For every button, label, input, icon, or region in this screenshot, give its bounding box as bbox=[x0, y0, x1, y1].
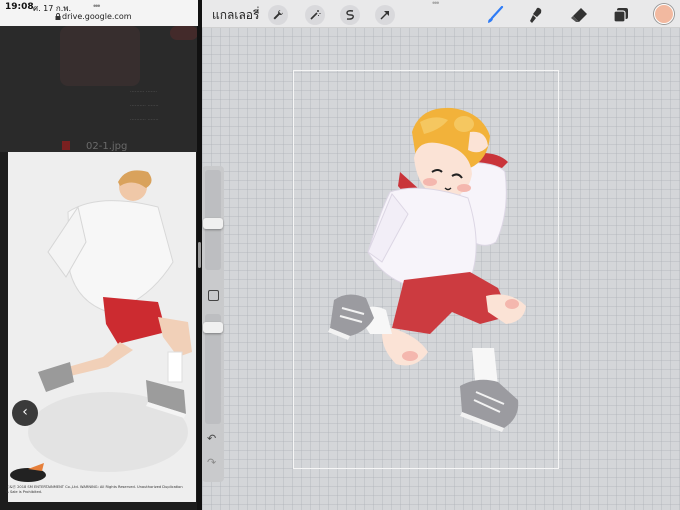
url-bar[interactable]: drive.google.com bbox=[62, 12, 132, 21]
lock-icon bbox=[55, 13, 61, 20]
status-bar: 19:08 ศ. 17 ก.พ. ••• drive.google.com bbox=[0, 0, 198, 26]
dimmed-text: .......... ....... bbox=[130, 116, 159, 122]
copyright-text: ⓒ&ⓟ 2018 SM ENTERTAINMENT Co.,Ltd. WARNI… bbox=[6, 485, 183, 494]
brush-icon[interactable] bbox=[484, 4, 506, 26]
wrench-icon[interactable] bbox=[268, 5, 288, 25]
undo-icon[interactable]: ↶ bbox=[207, 432, 216, 445]
multitask-dots-icon[interactable]: ••• bbox=[432, 0, 440, 8]
album-logo bbox=[10, 463, 46, 482]
magic-wand-icon[interactable] bbox=[305, 5, 325, 25]
dimmed-image bbox=[170, 26, 198, 40]
file-type-icon bbox=[62, 141, 70, 150]
split-handle[interactable] bbox=[198, 242, 201, 268]
dimmed-image bbox=[60, 26, 140, 86]
status-time: 19:08 bbox=[5, 2, 34, 12]
dimmed-background: ......... ....... .......... ....... ...… bbox=[0, 26, 198, 152]
multitask-dots-icon[interactable]: ••• bbox=[93, 1, 101, 11]
redo-icon[interactable]: ↷ bbox=[207, 456, 216, 469]
eraser-icon[interactable] bbox=[568, 4, 590, 26]
opacity-thumb[interactable] bbox=[203, 322, 223, 333]
layers-icon[interactable] bbox=[610, 4, 632, 26]
transform-arrow-icon[interactable] bbox=[375, 5, 395, 25]
procreate-pane: แกลเลอรี่ ••• ↶ ↷ bbox=[202, 0, 680, 510]
side-toolbar: ↶ ↷ bbox=[202, 166, 224, 482]
split-view-screen: 19:08 ศ. 17 ก.พ. ••• drive.google.com ..… bbox=[0, 0, 680, 510]
brush-size-thumb[interactable] bbox=[203, 218, 223, 229]
top-toolbar: แกลเลอรี่ ••• bbox=[202, 0, 680, 28]
dimmed-text: .......... ....... bbox=[130, 102, 159, 108]
chevron-left-icon[interactable]: ‹ bbox=[12, 400, 38, 426]
photo-figure bbox=[28, 170, 192, 472]
smudge-icon[interactable] bbox=[526, 4, 548, 26]
browser-pane: 19:08 ศ. 17 ก.พ. ••• drive.google.com ..… bbox=[0, 0, 198, 510]
photo-preview[interactable] bbox=[8, 152, 196, 502]
square-modify-icon[interactable] bbox=[208, 290, 219, 301]
drawing-artwork[interactable] bbox=[320, 102, 538, 438]
color-picker-button[interactable] bbox=[654, 4, 674, 24]
selection-icon[interactable] bbox=[340, 5, 360, 25]
dimmed-text: ......... ....... bbox=[130, 88, 158, 94]
gallery-button[interactable]: แกลเลอรี่ bbox=[212, 6, 259, 25]
file-name: 02-1.jpg bbox=[86, 141, 128, 152]
